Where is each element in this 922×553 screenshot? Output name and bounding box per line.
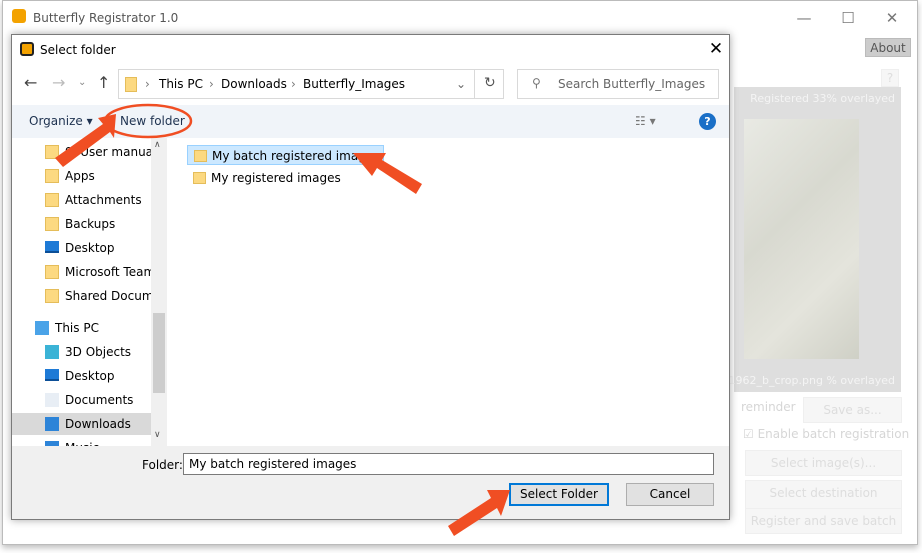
arrow-batch-folder bbox=[353, 153, 422, 194]
highlight-ellipse bbox=[103, 103, 193, 139]
arrow-select-folder bbox=[448, 490, 510, 536]
arrow-new-folder bbox=[55, 114, 116, 167]
annotation-overlay bbox=[55, 103, 510, 536]
